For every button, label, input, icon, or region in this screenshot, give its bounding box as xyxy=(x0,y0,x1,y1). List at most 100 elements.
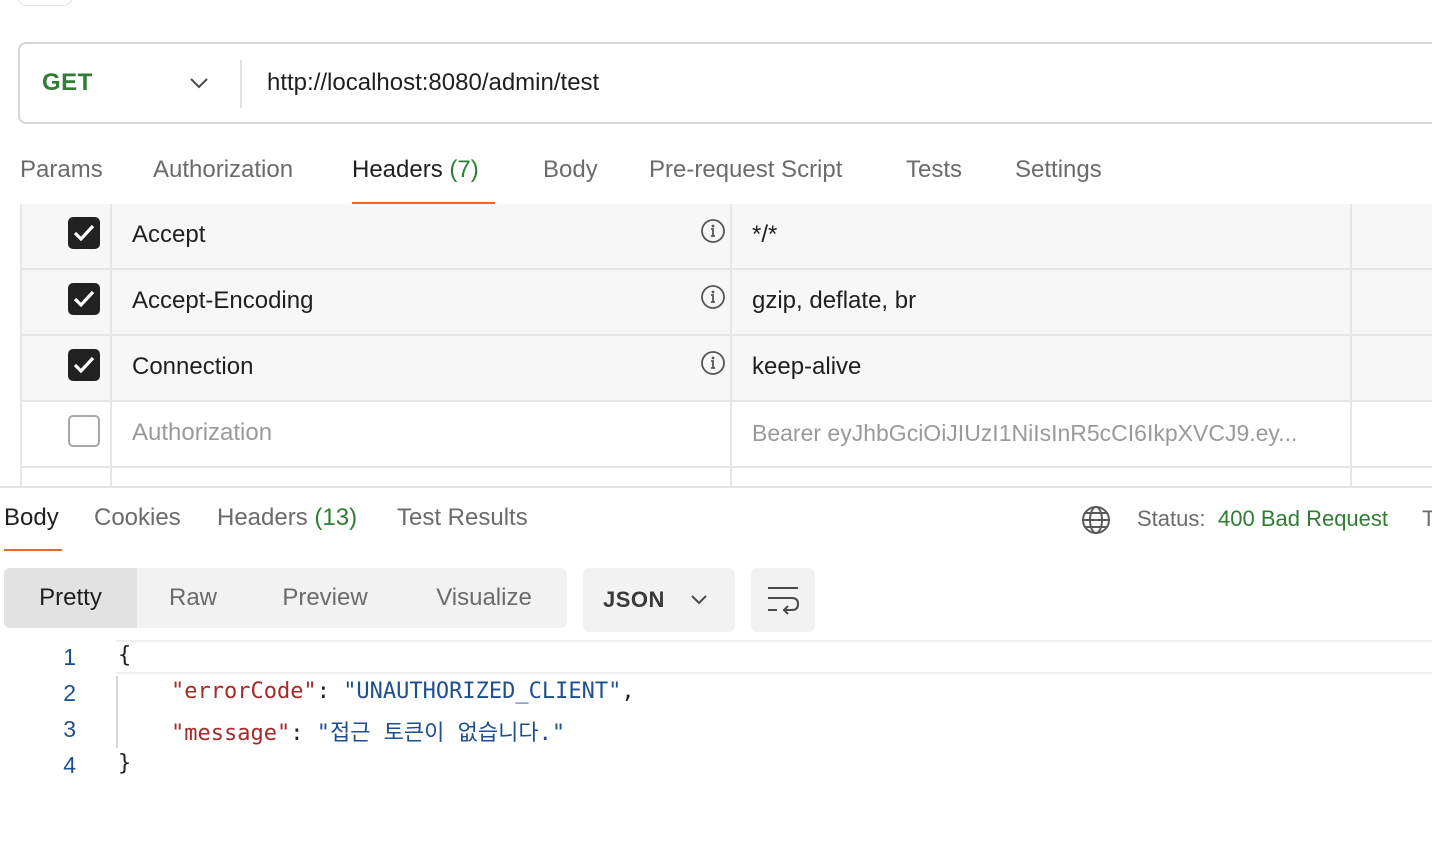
response-tab-cookies[interactable]: Cookies xyxy=(94,504,181,532)
checkmark-icon xyxy=(73,290,95,308)
header-key[interactable]: Accept-Encoding xyxy=(132,270,313,332)
tab-params[interactable]: Params xyxy=(20,156,103,184)
cell-divider xyxy=(730,468,732,486)
tab-label: Body xyxy=(543,156,598,183)
code-line: 1 { xyxy=(0,640,1432,676)
header-row-accept: Accept */* xyxy=(22,204,1432,270)
line-number: 3 xyxy=(63,716,76,742)
cell-divider xyxy=(1350,336,1352,400)
response-tab-headers[interactable]: Headers (13) xyxy=(217,504,357,532)
line-number: 4 xyxy=(63,752,76,778)
view-mode-preview[interactable]: Preview xyxy=(249,568,401,628)
chevron-down-icon xyxy=(190,78,208,89)
current-line-highlight xyxy=(116,640,1432,674)
globe-icon[interactable] xyxy=(1080,504,1112,536)
response-headers-count: (13) xyxy=(314,504,358,531)
view-mode-raw[interactable]: Raw xyxy=(137,568,249,628)
checkmark-icon xyxy=(73,356,95,374)
tab-label: Pre-request Script xyxy=(649,156,843,183)
view-mode-pretty[interactable]: Pretty xyxy=(4,568,137,628)
code-line: 4 } xyxy=(0,748,1432,784)
header-value[interactable]: gzip, deflate, br xyxy=(752,270,916,332)
header-key[interactable]: Accept xyxy=(132,204,205,266)
method-select[interactable]: GET xyxy=(42,44,242,122)
code-line: 2 "errorCode": "UNAUTHORIZED_CLIENT", xyxy=(0,676,1432,712)
tab-label: Headers xyxy=(352,156,443,183)
header-row-connection: Connection keep-alive xyxy=(22,336,1432,402)
cell-divider xyxy=(110,402,112,466)
tab-authorization[interactable]: Authorization xyxy=(153,156,293,184)
header-value[interactable]: Bearer eyJhbGciOiJIUzI1NiIsInR5cCI6IkpXV… xyxy=(752,402,1297,464)
code-text: "errorCode": "UNAUTHORIZED_CLIENT", xyxy=(170,679,635,704)
format-label: JSON xyxy=(603,587,665,612)
status-trailing-text: T xyxy=(1422,506,1432,531)
json-value: "접근 토큰이 없습니다." xyxy=(316,721,566,746)
line-number: 2 xyxy=(63,680,76,706)
info-icon[interactable] xyxy=(700,350,726,376)
method-label: GET xyxy=(42,69,93,96)
active-response-tab-indicator xyxy=(4,549,62,551)
header-checkbox[interactable] xyxy=(68,217,100,249)
tab-settings[interactable]: Settings xyxy=(1015,156,1102,184)
chevron-down-icon xyxy=(691,595,707,605)
tab-pre-request-script[interactable]: Pre-request Script xyxy=(649,156,842,184)
code-text: { xyxy=(118,643,132,668)
response-body-editor[interactable]: 1 { 2 "errorCode": "UNAUTHORIZED_CLIENT"… xyxy=(0,640,1432,840)
tab-label: Test Results xyxy=(397,504,528,531)
cell-divider xyxy=(730,270,732,334)
status-value[interactable]: 400 Bad Request xyxy=(1218,506,1388,532)
cell-divider xyxy=(730,336,732,400)
response-tab-body[interactable]: Body xyxy=(4,504,59,532)
headers-table: Accept */* Accept-Encoding gzip, deflate… xyxy=(20,204,1432,486)
info-icon[interactable] xyxy=(700,218,726,244)
view-mode-group: Pretty Raw Preview Visualize xyxy=(4,568,567,628)
view-mode-visualize[interactable]: Visualize xyxy=(401,568,567,628)
format-select[interactable]: JSON xyxy=(583,568,735,632)
json-key: "message" xyxy=(170,721,291,746)
header-key[interactable]: Connection xyxy=(132,336,253,398)
tab-body[interactable]: Body xyxy=(543,156,598,184)
cell-divider xyxy=(110,270,112,334)
cell-divider xyxy=(1350,204,1352,268)
response-tab-test-results[interactable]: Test Results xyxy=(397,504,528,532)
json-key: "errorCode" xyxy=(170,679,317,704)
header-row-authorization: Authorization Bearer eyJhbGciOiJIUzI1NiI… xyxy=(22,402,1432,468)
code-line: 3 "message": "접근 토큰이 없습니다." xyxy=(0,712,1432,748)
tab-label: Tests xyxy=(906,156,963,183)
tab-label: Settings xyxy=(1015,156,1102,183)
cell-divider xyxy=(1350,468,1352,486)
code-text: "message": "접근 토큰이 없습니다." xyxy=(170,721,566,746)
header-checkbox[interactable] xyxy=(68,415,100,447)
line-number: 1 xyxy=(63,644,76,670)
header-row-accept-encoding: Accept-Encoding gzip, deflate, br xyxy=(22,270,1432,336)
wrap-lines-button[interactable] xyxy=(751,568,815,632)
json-value: "UNAUTHORIZED_CLIENT" xyxy=(343,679,622,704)
tab-label: Body xyxy=(4,504,59,531)
url-bar: GET http://localhost:8080/admin/test xyxy=(18,42,1432,124)
tab-headers[interactable]: Headers (7) xyxy=(352,156,479,184)
cell-divider xyxy=(1350,270,1352,334)
header-key[interactable]: Authorization xyxy=(132,402,272,464)
tab-label: Params xyxy=(20,156,103,183)
header-row-empty xyxy=(22,468,1432,486)
info-icon[interactable] xyxy=(700,284,726,310)
cell-divider xyxy=(110,468,112,486)
code-text: } xyxy=(118,751,132,776)
tab-label: Cookies xyxy=(94,504,181,531)
tab-label: Headers xyxy=(217,504,308,531)
tab-label: Authorization xyxy=(153,156,294,183)
header-checkbox[interactable] xyxy=(68,349,100,381)
top-control-stub xyxy=(18,0,72,6)
url-input[interactable]: http://localhost:8080/admin/test xyxy=(267,44,599,122)
pane-divider[interactable] xyxy=(0,486,1432,488)
cell-divider xyxy=(730,204,732,268)
header-checkbox[interactable] xyxy=(68,283,100,315)
header-value[interactable]: */* xyxy=(752,204,777,266)
cell-divider xyxy=(110,336,112,400)
cell-divider xyxy=(730,402,732,466)
cell-divider xyxy=(110,204,112,268)
url-divider xyxy=(240,60,242,108)
wrap-lines-icon xyxy=(768,587,800,615)
header-value[interactable]: keep-alive xyxy=(752,336,861,398)
tab-tests[interactable]: Tests xyxy=(906,156,962,184)
